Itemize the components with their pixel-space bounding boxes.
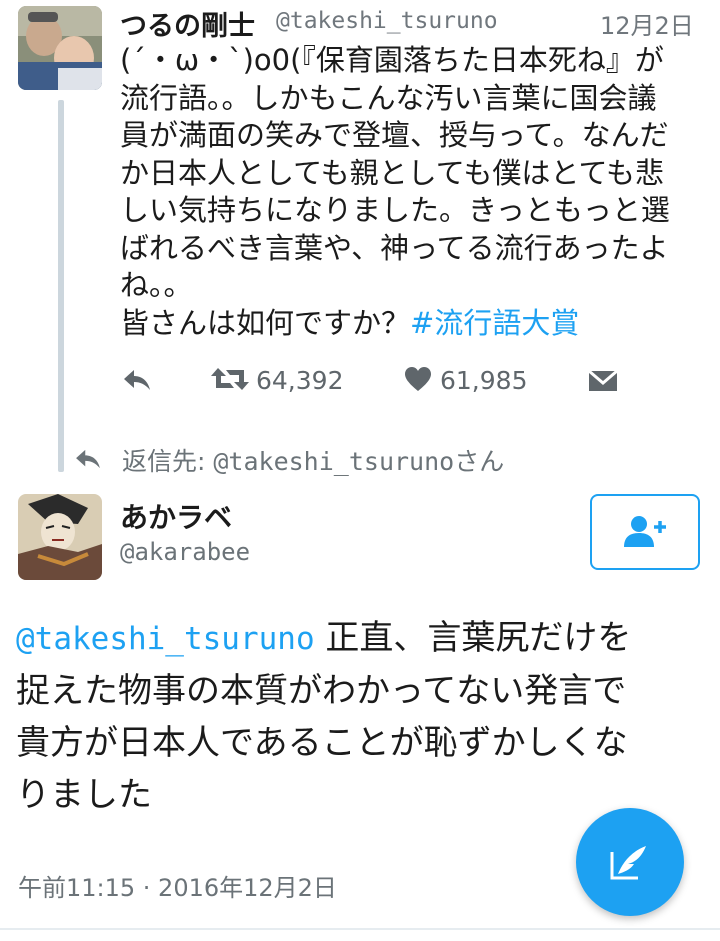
author-handle[interactable]: @akarabee <box>120 538 250 566</box>
tweet-line: 貴方が日本人であることが恥ずかしくな <box>16 723 628 763</box>
heart-icon <box>405 367 431 391</box>
tweet-line: ね。。 <box>120 268 193 302</box>
retweet-count: 64,392 <box>256 366 344 395</box>
thread-line <box>58 100 64 472</box>
parent-display-name[interactable]: つるの剛士 <box>120 4 255 43</box>
retweet-icon <box>211 368 249 390</box>
add-user-icon <box>624 516 666 547</box>
tweet-timestamp[interactable]: 午前11:15 · 2016年12月2日 <box>18 868 337 903</box>
reply-to-icon <box>74 448 102 474</box>
like-count: 61,985 <box>440 366 528 395</box>
dm-button[interactable] <box>588 369 618 396</box>
envelope-icon <box>588 369 618 391</box>
tweet-line: 捉えた物事の本質がわかってない発言で <box>16 671 627 711</box>
tweet-line-last: 皆さんは如何ですか？#流行語大賞 <box>120 305 690 343</box>
hashtag-link[interactable]: #流行語大賞 <box>410 306 579 340</box>
reply-to-handle[interactable]: @takeshi_tsuruno <box>213 447 454 476</box>
divider <box>0 928 720 930</box>
tweet-line: か日本人としても親としても僕はとても悲 <box>120 155 665 190</box>
parent-tweet-text: (´・ω・`)o0(『保育園落ちた日本死ね』が 流行語。。しかもこんな汚い言葉に… <box>120 42 690 342</box>
retweet-button[interactable] <box>210 364 250 398</box>
parent-date: 12月2日 <box>600 12 694 40</box>
parent-handle[interactable]: @takeshi_tsuruno <box>276 8 498 34</box>
avatar-akarabee[interactable] <box>18 494 102 580</box>
author-display-name[interactable]: あかラベ <box>120 496 232 536</box>
tweet-line: 員が満面の笑みで登壇、授与って。なんだ <box>120 118 669 152</box>
reply-to-prefix: 返信先: <box>122 447 214 476</box>
reply-to-label[interactable]: 返信先: @takeshi_tsurunoさん <box>122 442 504 478</box>
like-button[interactable] <box>404 366 432 396</box>
mention-link[interactable]: @takeshi_tsuruno <box>16 621 315 657</box>
follow-button[interactable] <box>590 494 700 570</box>
reply-to-suffix: さん <box>454 447 505 476</box>
tweet-line: 流行語。。しかもこんな汚い言葉に国会議 <box>120 80 657 115</box>
tweet-line-text: 皆さんは如何ですか？ <box>120 305 411 340</box>
tweet-line-first: @takeshi_tsuruno 正直、言葉尻だけを <box>16 612 706 665</box>
tweet-line-text: 正直、言葉尻だけを <box>314 618 632 658</box>
compose-feather-icon <box>610 846 646 880</box>
main-tweet-text: @takeshi_tsuruno 正直、言葉尻だけを 捉えた物事の本質がわかって… <box>16 612 706 821</box>
reply-button[interactable] <box>122 368 152 396</box>
compose-button[interactable] <box>576 808 684 916</box>
avatar-takeshi[interactable] <box>18 6 102 90</box>
tweet-line: しい気持ちになりました。きっともっと選 <box>120 193 670 227</box>
reply-arrow-icon <box>124 370 150 390</box>
tweet-line: (´・ω・`)o0(『保育園落ちた日本死ね』が <box>120 43 664 77</box>
tweet-line: ばれるべき言葉や、神ってる流行あったよ <box>120 230 669 265</box>
reply-arrow-icon <box>76 449 100 469</box>
tweet-line: りました <box>16 775 152 815</box>
